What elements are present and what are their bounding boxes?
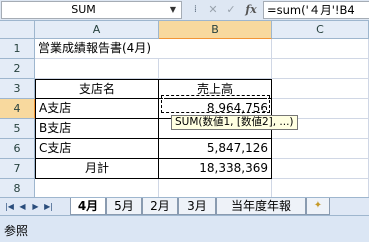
status-mode: 参照	[4, 224, 29, 238]
cell-a2[interactable]	[35, 59, 159, 79]
cell-b3[interactable]: 売上高	[159, 79, 272, 99]
cell-a7[interactable]: 月計	[35, 159, 159, 179]
cell-b8[interactable]	[159, 179, 272, 197]
row-header-6[interactable]: 6	[0, 139, 35, 159]
cell-c3[interactable]	[272, 79, 369, 99]
row-header-8[interactable]: 8	[0, 179, 35, 197]
function-tooltip[interactable]: SUM(数値1, [数値2], ...)	[171, 115, 298, 130]
cell-a6[interactable]: C支店	[35, 139, 159, 159]
sheet-tab-2[interactable]: 2月	[142, 198, 178, 215]
cell-b6[interactable]: 5,847,126	[159, 139, 272, 159]
sheet-tab-5[interactable]: 5月	[106, 198, 142, 215]
chevron-down-icon[interactable]: ▼	[166, 3, 180, 17]
row-header-5[interactable]: 5	[0, 119, 35, 139]
column-header-a[interactable]: A	[35, 21, 159, 39]
next-sheet-icon[interactable]: ▶	[29, 200, 42, 213]
sheet-tab-annual[interactable]: 当年度年報	[216, 198, 306, 215]
name-box[interactable]: SUM ▼	[1, 1, 182, 19]
row-header-1[interactable]: 1	[0, 39, 35, 59]
prev-sheet-icon[interactable]: ◀	[16, 200, 29, 213]
column-header-b[interactable]: B	[159, 21, 272, 39]
insert-function-button[interactable]: fx	[242, 2, 260, 18]
cell-b2[interactable]	[159, 59, 272, 79]
cell-b7[interactable]: 18,338,369	[159, 159, 272, 179]
cell-a5[interactable]: B支店	[35, 119, 159, 139]
status-bar: 参照	[0, 215, 369, 242]
last-sheet-icon[interactable]: ▶|	[42, 200, 55, 213]
name-box-value: SUM	[71, 3, 96, 16]
cell-c6[interactable]	[272, 139, 369, 159]
formula-input[interactable]: =sum('４月'!B4	[263, 1, 369, 19]
cell-a8[interactable]	[35, 179, 159, 197]
check-icon[interactable]: ✓	[222, 2, 240, 18]
sheet-tab-4[interactable]: 4月	[70, 198, 106, 215]
cell-c2[interactable]	[272, 59, 369, 79]
row-header-2[interactable]: 2	[0, 59, 35, 79]
sheet-tab-3[interactable]: 3月	[178, 198, 216, 215]
worksheet-grid: A B C 1 2 3 4 5 6 7 8 9 営業成績報告書(4月) 支店名 …	[0, 21, 369, 197]
select-all-corner[interactable]	[0, 21, 35, 39]
column-header-c[interactable]: C	[272, 21, 369, 39]
sheet-tab-bar: |◀ ◀ ▶ ▶| 4月 5月 2月 3月 当年度年報 ✦	[0, 197, 369, 215]
cell-a3[interactable]: 支店名	[35, 79, 159, 99]
insert-sheet-icon[interactable]: ✦	[306, 198, 330, 215]
cell-b1[interactable]	[159, 39, 272, 59]
cell-c7[interactable]	[272, 159, 369, 179]
row-header-7[interactable]: 7	[0, 159, 35, 179]
cell-a1[interactable]: 営業成績報告書(4月)	[35, 39, 159, 59]
row-header-4[interactable]: 4	[0, 99, 35, 119]
cell-c8[interactable]	[272, 179, 369, 197]
first-sheet-icon[interactable]: |◀	[3, 200, 16, 213]
row-header-3[interactable]: 3	[0, 79, 35, 99]
dots-icon: ⁞	[193, 4, 197, 15]
cell-c1[interactable]	[272, 39, 369, 59]
cell-a4[interactable]: A支店	[35, 99, 159, 119]
formula-bar: SUM ▼ ⁞ ✕ ✓ fx =sum('４月'!B4	[0, 0, 369, 21]
x-icon[interactable]: ✕	[204, 2, 222, 18]
